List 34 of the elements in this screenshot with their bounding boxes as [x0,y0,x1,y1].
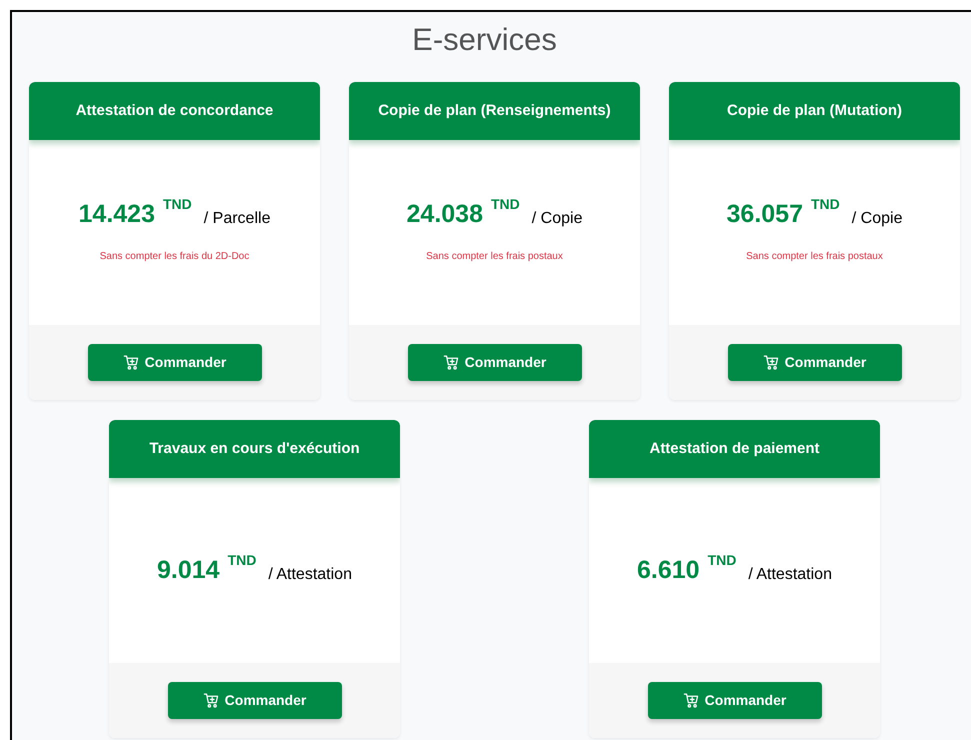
price-unit: / Attestation [748,567,832,583]
order-button[interactable]: Commander [728,344,902,381]
card-title: Travaux en cours d'exécution [149,438,360,459]
card-title: Copie de plan (Mutation) [727,100,902,121]
cart-plus-icon [202,692,220,709]
price-unit: / Copie [532,210,582,226]
order-button[interactable]: Commander [648,682,822,719]
page-title: E-services [412,22,557,58]
price-currency: TND [810,194,840,214]
price-currency: TND [708,551,736,570]
price-currency: TND [490,194,520,214]
order-button[interactable]: Commander [168,682,342,719]
fee-note: Sans compter les frais postaux [746,250,883,264]
price-amount: 24.038 [406,202,483,226]
cart-plus-icon [762,354,780,371]
cart-plus-icon [122,354,140,371]
card-title: Copie de plan (Renseignements) [378,100,611,121]
fee-note: Sans compter les frais du 2D-Doc [100,250,250,264]
price-unit: / Parcelle [204,210,270,226]
price-amount: 6.610 [637,558,700,583]
price-unit: / Copie [852,210,902,226]
price-amount: 14.423 [78,202,155,226]
price-currency: TND [228,551,256,570]
price-amount: 36.057 [726,202,803,226]
order-button[interactable]: Commander [408,344,582,381]
price-currency: TND [162,194,192,214]
price-amount: 9.014 [157,558,220,583]
fee-note: Sans compter les frais postaux [426,250,563,264]
card-title: Attestation de paiement [649,438,820,459]
card-title: Attestation de concordance [76,100,274,121]
price-unit: / Attestation [268,567,352,583]
cart-plus-icon [682,692,700,709]
cart-plus-icon [442,354,460,371]
order-button[interactable]: Commander [88,344,262,381]
